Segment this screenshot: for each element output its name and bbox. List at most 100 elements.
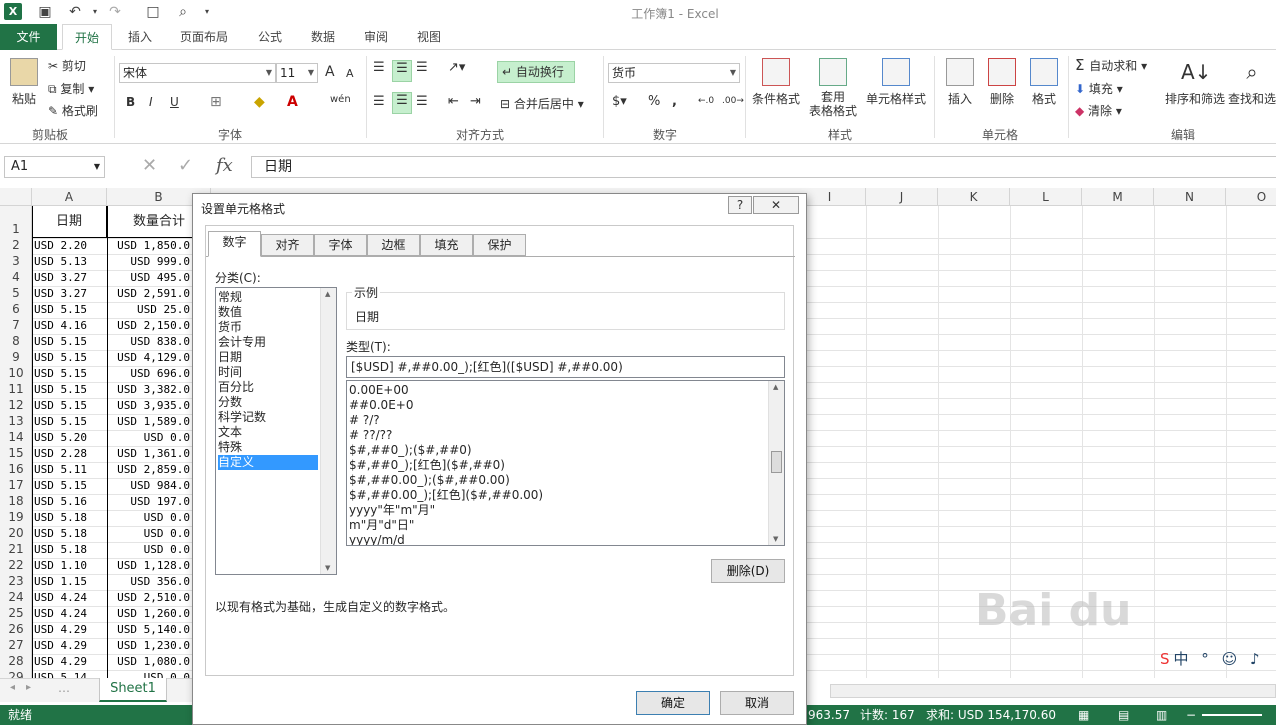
row-header[interactable]: 22 xyxy=(0,558,32,572)
cell-quantity[interactable]: USD 0.0 xyxy=(110,511,190,524)
category-item[interactable]: 自定义 xyxy=(218,455,318,470)
cell-quantity[interactable]: USD 3,382.0 xyxy=(110,383,190,396)
column-header-o[interactable]: O xyxy=(1226,188,1276,206)
cell-quantity[interactable]: USD 1,361.0 xyxy=(110,447,190,460)
print-preview-icon[interactable]: ⌕ xyxy=(174,3,192,21)
category-item[interactable]: 科学记数 xyxy=(218,410,318,425)
cell-styles-button[interactable]: 单元格样式 xyxy=(864,58,928,107)
row-header[interactable]: 1 xyxy=(0,222,32,236)
format-code-item[interactable]: # ??/?? xyxy=(349,428,392,443)
underline-button[interactable]: U xyxy=(170,95,179,109)
format-painter-button[interactable]: ✎ 格式刷 xyxy=(48,102,98,119)
cell-date[interactable]: USD 2.28 xyxy=(34,447,87,460)
row-header[interactable]: 19 xyxy=(0,510,32,524)
name-box[interactable]: A1 ▼ xyxy=(4,156,105,178)
format-as-table-button[interactable]: 套用 表格格式 xyxy=(804,58,862,118)
format-code-item[interactable]: ##0.0E+0 xyxy=(349,398,413,413)
column-header-j[interactable]: J xyxy=(866,188,938,206)
tab-insert[interactable]: 插入 xyxy=(120,24,160,50)
cell-date[interactable]: USD 5.18 xyxy=(34,527,87,540)
sheet-tab-sheet1[interactable]: Sheet1 xyxy=(99,678,167,702)
header-cell-date[interactable]: 日期 xyxy=(32,206,107,238)
category-item[interactable]: 特殊 xyxy=(218,440,318,455)
cell-date[interactable]: USD 4.24 xyxy=(34,607,87,620)
row-header[interactable]: 5 xyxy=(0,286,32,300)
column-header-n[interactable]: N xyxy=(1154,188,1226,206)
format-code-item[interactable]: $#,##0_);[红色]($#,##0) xyxy=(349,458,505,473)
cell-date[interactable]: USD 1.15 xyxy=(34,575,87,588)
delete-format-button[interactable]: 删除(D) xyxy=(711,559,785,583)
customize-toolbar-icon[interactable]: ▾ xyxy=(198,3,216,21)
confirm-entry-icon[interactable]: ✓ xyxy=(178,155,193,176)
normal-view-icon[interactable]: ▦ xyxy=(1078,705,1089,725)
format-code-item[interactable]: 0.00E+00 xyxy=(349,383,409,398)
cell-date[interactable]: USD 4.16 xyxy=(34,319,87,332)
column-header-m[interactable]: M xyxy=(1082,188,1154,206)
increase-decimal-icon[interactable]: ←.0 xyxy=(698,96,714,106)
category-item[interactable]: 会计专用 xyxy=(218,335,318,350)
scroll-down-icon[interactable]: ▼ xyxy=(325,564,330,572)
row-header[interactable]: 14 xyxy=(0,430,32,444)
find-select-button[interactable]: ⌕ 查找和选 xyxy=(1228,58,1276,107)
new-file-icon[interactable]: □ xyxy=(144,3,162,21)
format-code-item[interactable]: $#,##0.00_);[红色]($#,##0.00) xyxy=(349,488,543,503)
align-top-icon[interactable]: ☰ xyxy=(373,60,391,80)
row-header[interactable]: 17 xyxy=(0,478,32,492)
tab-formulas[interactable]: 公式 xyxy=(250,24,290,50)
row-header[interactable]: 12 xyxy=(0,398,32,412)
cell-date[interactable]: USD 5.15 xyxy=(34,415,87,428)
redo-icon[interactable]: ↷ xyxy=(106,3,124,21)
save-icon[interactable]: ▣ xyxy=(36,3,54,21)
cell-quantity[interactable]: USD 1,128.0 xyxy=(110,559,190,572)
help-button[interactable]: ? xyxy=(728,196,752,214)
tab-home[interactable]: 开始 xyxy=(62,24,112,50)
cell-quantity[interactable]: USD 984.0 xyxy=(110,479,190,492)
cell-quantity[interactable]: USD 2,510.0 xyxy=(110,591,190,604)
cell-quantity[interactable]: USD 838.0 xyxy=(110,335,190,348)
row-header[interactable]: 6 xyxy=(0,302,32,316)
format-code-item[interactable]: m"月"d"日" xyxy=(349,518,414,533)
delete-cells-button[interactable]: 删除 xyxy=(982,58,1022,107)
tab-data[interactable]: 数据 xyxy=(303,24,343,50)
category-item[interactable]: 日期 xyxy=(218,350,318,365)
more-sheets-icon[interactable]: … xyxy=(58,681,70,695)
row-header[interactable]: 18 xyxy=(0,494,32,508)
decrease-decimal-icon[interactable]: .00→ xyxy=(722,96,744,106)
align-middle-icon[interactable]: ☰ xyxy=(392,60,412,82)
cell-date[interactable]: USD 5.16 xyxy=(34,495,87,508)
cell-quantity[interactable]: USD 1,589.0 xyxy=(110,415,190,428)
orientation-icon[interactable]: ↗▾ xyxy=(448,60,465,75)
cell-date[interactable]: USD 4.29 xyxy=(34,639,87,652)
cell-quantity[interactable]: USD 999.0 xyxy=(110,255,190,268)
tab-file[interactable]: 文件 xyxy=(0,24,57,50)
autosum-button[interactable]: Σ 自动求和 ▾ xyxy=(1075,56,1147,74)
tab-border[interactable]: 边框 xyxy=(367,234,420,256)
category-item[interactable]: 常规 xyxy=(218,290,318,305)
cell-quantity[interactable]: USD 0.0 xyxy=(110,543,190,556)
column-header-l[interactable]: L xyxy=(1010,188,1082,206)
cell-date[interactable]: USD 5.11 xyxy=(34,463,87,476)
select-all-corner[interactable] xyxy=(0,188,32,206)
row-header[interactable]: 2 xyxy=(0,238,32,252)
cell-quantity[interactable]: USD 25.0 xyxy=(110,303,190,316)
row-header[interactable]: 26 xyxy=(0,622,32,636)
cell-date[interactable]: USD 5.18 xyxy=(34,543,87,556)
row-header[interactable]: 25 xyxy=(0,606,32,620)
category-item[interactable]: 数值 xyxy=(218,305,318,320)
row-header[interactable]: 10 xyxy=(0,366,32,380)
font-name-combo[interactable]: 宋体 ▼ xyxy=(119,63,276,83)
cell-date[interactable]: USD 5.15 xyxy=(34,367,87,380)
cell-date[interactable]: USD 4.29 xyxy=(34,655,87,668)
phonetic-icon[interactable]: wén xyxy=(330,94,351,105)
wrap-text-button[interactable]: ↵ 自动换行 xyxy=(497,61,575,83)
row-header[interactable]: 15 xyxy=(0,446,32,460)
cell-quantity[interactable]: USD 495.0 xyxy=(110,271,190,284)
format-code-item[interactable]: # ?/? xyxy=(349,413,380,428)
cell-date[interactable]: USD 5.15 xyxy=(34,303,87,316)
row-header[interactable]: 21 xyxy=(0,542,32,556)
clear-button[interactable]: ◆ 清除 ▾ xyxy=(1075,102,1122,119)
cell-quantity[interactable]: USD 1,230.0 xyxy=(110,639,190,652)
scroll-thumb[interactable] xyxy=(771,451,782,473)
copy-button[interactable]: ⧉ 复制 ▾ xyxy=(48,80,94,97)
cell-quantity[interactable]: USD 197.0 xyxy=(110,495,190,508)
